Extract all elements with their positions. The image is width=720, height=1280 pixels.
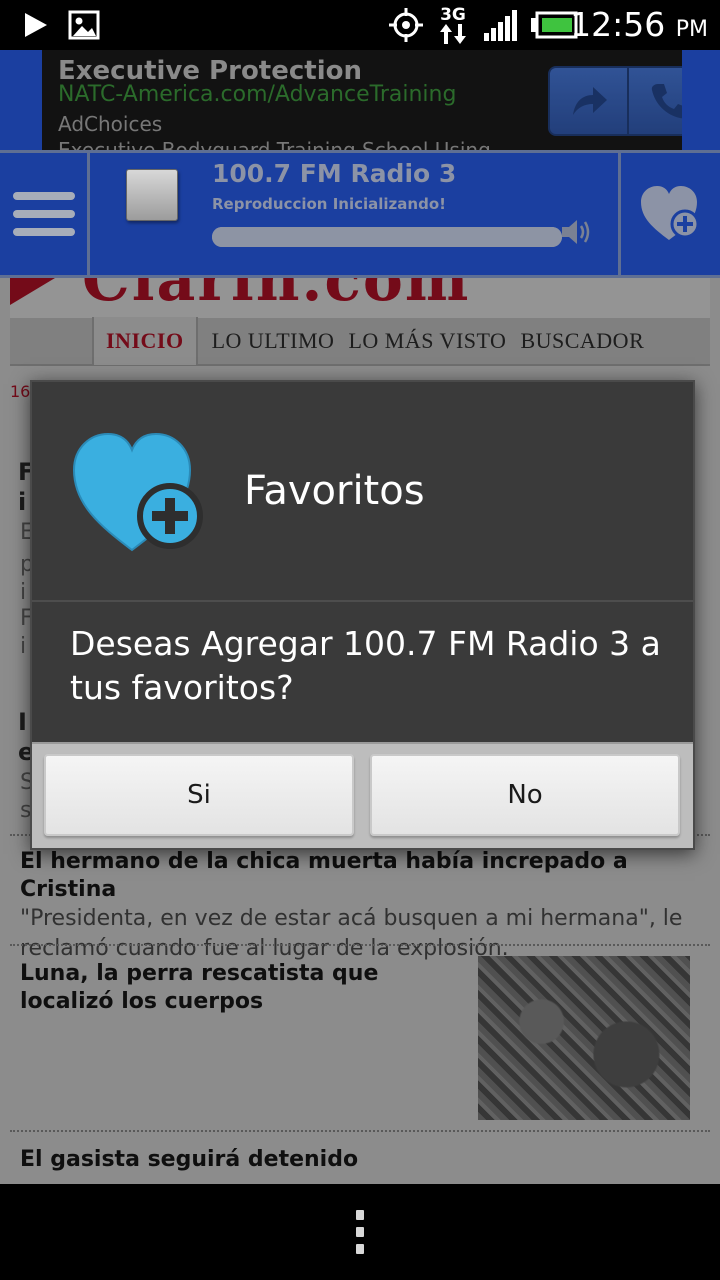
heart-plus-icon	[70, 430, 210, 564]
player-panel: 100.7 FM Radio 3 Reproduccion Inicializa…	[92, 153, 618, 275]
menu-dot	[356, 1244, 364, 1254]
heart-plus-icon	[640, 186, 699, 240]
bottom-navigation-bar	[0, 1184, 720, 1280]
menu-bar	[12, 228, 75, 236]
menu-bar	[12, 210, 75, 218]
radio-player-bar: 100.7 FM Radio 3 Reproduccion Inicializa…	[0, 150, 720, 278]
playback-status: Reproduccion Inicializando!	[212, 195, 446, 213]
play-icon	[22, 0, 50, 50]
dialog-button-bar: Si No	[32, 742, 693, 848]
ad-choices[interactable]: AdChoices	[58, 112, 162, 136]
ad-url[interactable]: NATC-America.com/AdvanceTraining	[58, 82, 456, 107]
station-name: 100.7 FM Radio 3	[212, 159, 457, 188]
3g-data-icon: 3G	[436, 0, 470, 50]
gps-icon	[388, 0, 424, 50]
share-icon[interactable]	[550, 68, 627, 134]
dialog-message: Deseas Agregar 100.7 FM Radio 3 a tus fa…	[70, 624, 661, 707]
volume-icon[interactable]	[560, 217, 594, 251]
yes-button[interactable]: Si	[44, 754, 354, 836]
progress-fill	[212, 227, 562, 247]
ad-description: Executive Bodyguard Training School Usin…	[58, 138, 491, 150]
image-icon	[68, 0, 100, 50]
add-favorite-button[interactable]	[618, 153, 720, 275]
phone-icon[interactable]	[627, 68, 682, 134]
status-bar: 3G 12:56 PM	[0, 0, 720, 50]
ad-content[interactable]: Executive Protection NATC-America.com/Ad…	[42, 50, 682, 150]
signal-icon	[482, 0, 520, 50]
ad-action-buttons	[548, 66, 682, 136]
menu-dot	[356, 1227, 364, 1237]
favorites-dialog: Favoritos Deseas Agregar 100.7 FM Radio …	[30, 380, 695, 850]
clock: 12:56 PM	[570, 5, 708, 44]
no-button[interactable]: No	[370, 754, 680, 836]
dialog-header: Favoritos	[32, 382, 693, 602]
playback-progress	[212, 227, 562, 247]
hamburger-menu-button[interactable]	[0, 153, 90, 275]
ad-banner[interactable]: Executive Protection NATC-America.com/Ad…	[0, 50, 720, 150]
menu-dot	[356, 1210, 364, 1220]
overflow-menu-icon[interactable]	[352, 1210, 368, 1254]
dialog-title: Favoritos	[244, 468, 425, 514]
stop-button[interactable]	[126, 169, 178, 221]
menu-bar	[12, 192, 75, 200]
